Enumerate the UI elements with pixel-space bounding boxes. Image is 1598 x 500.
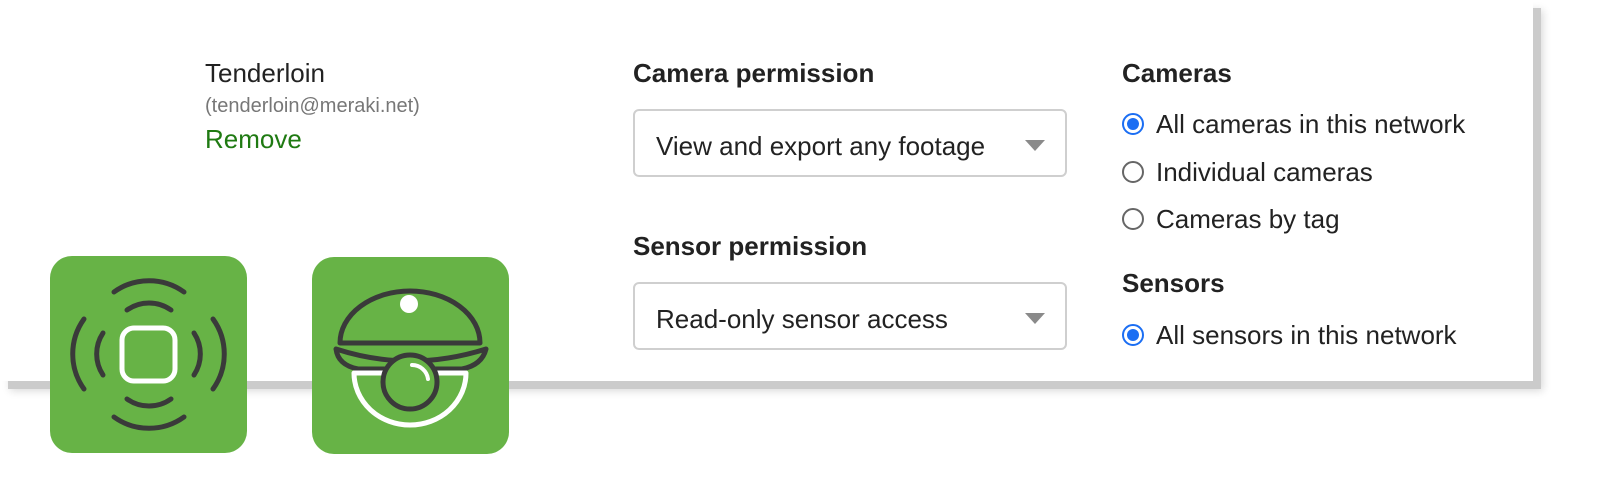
radio-all-sensors[interactable]: All sensors in this network [1122, 318, 1457, 352]
radio-individual-cameras[interactable]: Individual cameras [1122, 155, 1373, 189]
chevron-down-icon [1025, 313, 1045, 324]
sensor-permission-value: Read-only sensor access [656, 304, 948, 334]
user-name: Tenderloin [205, 58, 325, 88]
cameras-title: Cameras [1122, 58, 1232, 88]
radio-label: Cameras by tag [1156, 203, 1340, 234]
radio-label: All cameras in this network [1156, 108, 1466, 139]
user-email: (tenderloin@meraki.net) [205, 95, 420, 117]
dome-camera-icon [333, 288, 489, 428]
sensor-icon [70, 278, 227, 431]
radio-label: Individual cameras [1156, 156, 1373, 187]
radio-button[interactable] [1122, 113, 1144, 135]
sensor-permission-title: Sensor permission [633, 231, 868, 261]
camera-permission-value: View and export any footage [656, 131, 986, 161]
chevron-down-icon [1025, 140, 1045, 151]
remove-user-link[interactable]: Remove [205, 124, 302, 155]
radio-all-cameras[interactable]: All cameras in this network [1122, 107, 1465, 141]
radio-button[interactable] [1122, 208, 1144, 230]
camera-tile [312, 257, 509, 454]
camera-permission-title: Camera permission [633, 58, 875, 88]
radio-label: All sensors in this network [1156, 319, 1457, 350]
radio-button[interactable] [1122, 161, 1144, 183]
sensors-title: Sensors [1122, 268, 1225, 298]
sensor-permission-select[interactable]: Read-only sensor access [633, 282, 1067, 350]
camera-permission-select[interactable]: View and export any footage [633, 109, 1067, 177]
sensor-tile [50, 256, 247, 453]
radio-cameras-by-tag[interactable]: Cameras by tag [1122, 202, 1340, 236]
radio-button[interactable] [1122, 324, 1144, 346]
